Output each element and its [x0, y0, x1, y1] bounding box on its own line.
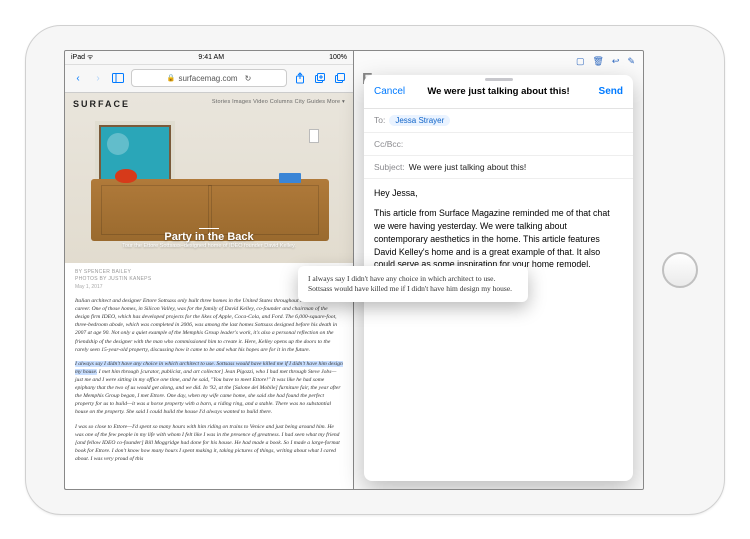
hero-image: SURFACE Stories Images Video Columns Cit… [65, 93, 353, 263]
status-bar-left: iPad ᯤ 9:41 AM 100% [65, 51, 353, 65]
reply-icon[interactable]: ↩ [612, 56, 620, 67]
url-text: surfacemag.com [178, 74, 237, 83]
battery-label: 100% [329, 54, 347, 61]
hero-subtitle: Tour the Ettore Sottsass–designed home o… [65, 243, 353, 250]
to-recipient-pill[interactable]: Jessa Strayer [389, 115, 450, 126]
body-greeting: Hey Jessa, [374, 187, 623, 200]
paragraph-2: I always say I didn't have any choice in… [75, 360, 343, 417]
hero-title: Party in the Back [65, 231, 353, 243]
to-label: To: [374, 115, 385, 126]
body-paragraph: This article from Surface Magazine remin… [374, 207, 623, 271]
dragged-selection-card[interactable]: I always say I didn't have any choice in… [298, 266, 528, 302]
sheet-grabber[interactable] [485, 78, 513, 81]
cc-label: Cc/Bcc: [374, 139, 403, 149]
paragraph-3: I was so close to Ettore—I'd spent so ma… [75, 423, 343, 464]
subject-value: We were just talking about this! [409, 162, 527, 172]
home-button[interactable] [662, 252, 698, 288]
safari-toolbar: ‹ › 🔒 surfacemag.com ↻ [65, 65, 353, 93]
subject-field[interactable]: Subject: We were just talking about this… [364, 156, 633, 179]
screen: iPad ᯤ 9:41 AM 100% ‹ › 🔒 surfacemag.com… [64, 50, 644, 490]
carrier-label: iPad ᯤ [71, 53, 93, 62]
trash-icon[interactable]: 🗑 [592, 56, 603, 67]
share-icon[interactable] [293, 71, 307, 85]
site-nav[interactable]: Stories Images Video Columns City Guides… [212, 99, 345, 105]
to-field[interactable]: To: Jessa Strayer [364, 109, 633, 133]
dragged-text: I always say I didn't have any choice in… [308, 274, 512, 293]
clock-label: 9:41 AM [93, 54, 329, 61]
cc-bcc-field[interactable]: Cc/Bcc: [364, 133, 633, 156]
lock-icon: 🔒 [167, 74, 176, 82]
hero-overlay: Party in the Back Tour the Ettore Sottsa… [65, 226, 353, 250]
send-button[interactable]: Send [599, 86, 623, 97]
forward-icon[interactable]: › [91, 71, 105, 85]
paragraph-1: Italian architect and designer Ettore So… [75, 297, 343, 354]
subject-label: Subject: [374, 162, 405, 172]
sidebar-icon[interactable] [111, 71, 125, 85]
archive-icon[interactable]: ▢ [576, 56, 585, 67]
back-icon[interactable]: ‹ [71, 71, 85, 85]
compose-toolbar: Cancel We were just talking about this! … [364, 75, 633, 109]
url-field[interactable]: 🔒 surfacemag.com ↻ [131, 69, 287, 87]
compose-icon[interactable]: ✎ [627, 56, 635, 67]
cancel-button[interactable]: Cancel [374, 86, 405, 97]
ipad-device: iPad ᯤ 9:41 AM 100% ‹ › 🔒 surfacemag.com… [25, 25, 725, 515]
tabs-icon[interactable] [333, 71, 347, 85]
new-tab-icon[interactable] [313, 71, 327, 85]
reload-icon[interactable]: ↻ [245, 74, 252, 83]
site-logo[interactable]: SURFACE [73, 99, 130, 109]
